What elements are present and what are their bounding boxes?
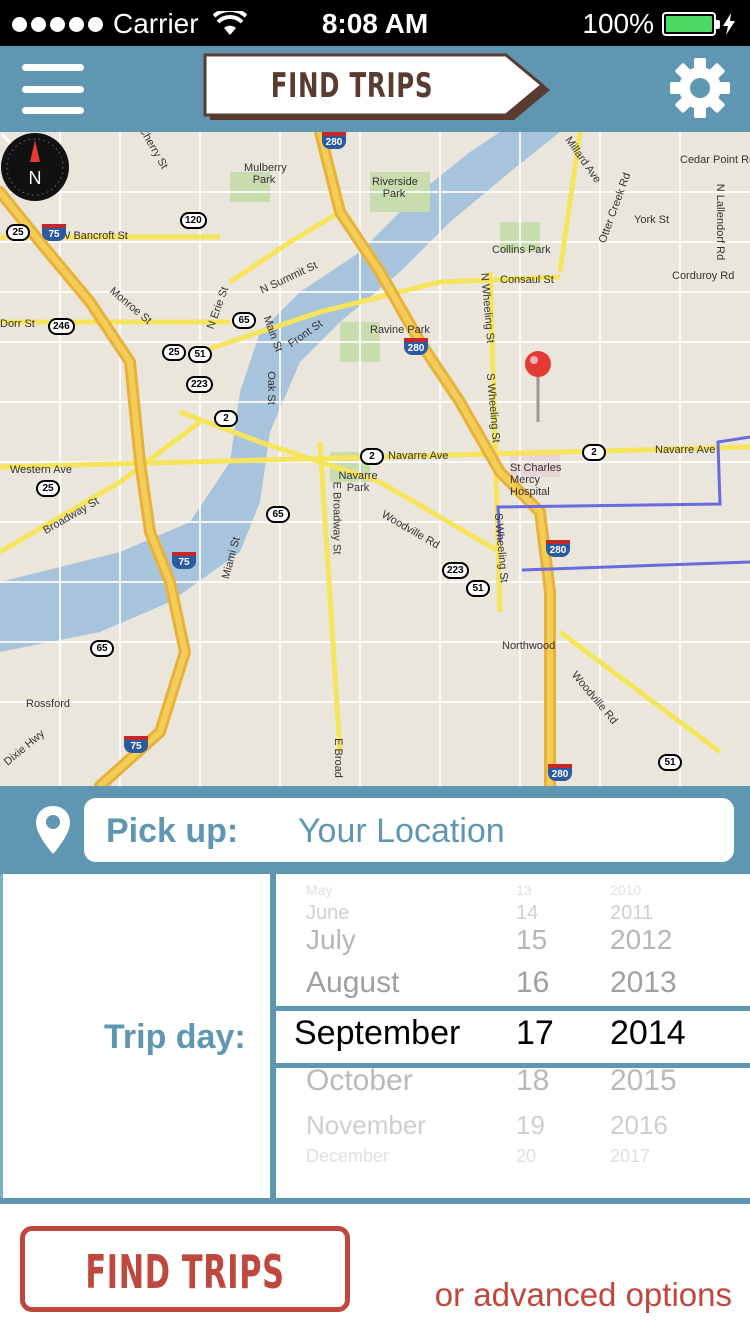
picker-month: August bbox=[306, 966, 400, 999]
picker-day: 17 bbox=[516, 1014, 554, 1052]
interstate-shield: 75 bbox=[172, 552, 196, 569]
route-shield: 65 bbox=[90, 640, 114, 657]
map-label: W Bancroft St bbox=[60, 230, 128, 242]
interstate-shield: 280 bbox=[546, 540, 570, 557]
map-label: Northwood bbox=[502, 640, 556, 652]
route-shield: 51 bbox=[658, 754, 682, 771]
interstate-shield: 280 bbox=[548, 764, 572, 781]
advanced-options-link[interactable]: or advanced options bbox=[435, 1276, 732, 1314]
title-banner: FIND TRIPS bbox=[202, 52, 554, 124]
map-label: Collins Park bbox=[492, 244, 551, 256]
map-label: Navarre Ave bbox=[655, 444, 716, 456]
picker-month: July bbox=[306, 924, 356, 955]
map-label: St Charles Mercy Hospital bbox=[510, 462, 562, 498]
picker-day: 14 bbox=[516, 902, 539, 924]
picker-month: October bbox=[306, 1064, 413, 1097]
status-right: 100% bbox=[582, 8, 736, 40]
pickup-bar: Pick up: Your Location bbox=[0, 786, 750, 874]
trip-day-section: Trip day: May 13 2010 June 14 2011 July 15 2012 A… bbox=[0, 874, 750, 1204]
route-shield: 25 bbox=[36, 480, 60, 497]
picker-day: 19 bbox=[516, 1110, 545, 1140]
picker-month: November bbox=[306, 1110, 426, 1140]
picker-day: 16 bbox=[516, 966, 550, 999]
picker-month: May bbox=[306, 882, 333, 898]
route-shield: 25 bbox=[162, 344, 186, 361]
picker-row[interactable]: August 16 2013 bbox=[276, 966, 750, 1010]
map-label: Riverside Park bbox=[372, 176, 418, 200]
route-shield: 2 bbox=[360, 448, 384, 465]
picker-day: 20 bbox=[516, 1146, 537, 1166]
route-shield: 51 bbox=[188, 346, 212, 363]
map-label: Mulberry Park bbox=[244, 162, 287, 186]
compass-icon[interactable]: N bbox=[0, 132, 70, 202]
map-label: Cedar Point Rd bbox=[680, 154, 750, 166]
picker-day: 13 bbox=[516, 882, 532, 898]
map-label: Navarre Park bbox=[338, 470, 378, 494]
find-trips-button[interactable]: FIND TRIPS bbox=[20, 1226, 350, 1312]
picker-year: 2012 bbox=[610, 924, 673, 955]
picker-row[interactable]: December 20 2017 bbox=[276, 1146, 750, 1190]
interstate-shield: 280 bbox=[322, 132, 346, 149]
hamburger-menu-icon[interactable] bbox=[22, 62, 84, 116]
map-label: Corduroy Rd bbox=[672, 270, 735, 282]
route-shield: 2 bbox=[214, 410, 238, 427]
pickup-value[interactable]: Your Location bbox=[298, 812, 505, 851]
picker-day: 15 bbox=[516, 924, 548, 955]
picker-year: 2013 bbox=[610, 966, 677, 999]
left-edge-strip bbox=[0, 874, 3, 1198]
picker-year: 2016 bbox=[610, 1110, 668, 1140]
gear-icon[interactable] bbox=[668, 56, 732, 120]
map-label: Navarre Ave bbox=[388, 450, 449, 462]
interstate-shield: 75 bbox=[124, 736, 148, 753]
picker-year: 2015 bbox=[610, 1064, 677, 1097]
map-label: E Broad bbox=[331, 738, 344, 778]
map-label: Dorr St bbox=[0, 318, 35, 330]
picker-month: December bbox=[306, 1146, 390, 1166]
picker-year: 2017 bbox=[610, 1146, 651, 1166]
bottom-actions: FIND TRIPS or advanced options bbox=[0, 1204, 750, 1334]
route-shield: 223 bbox=[186, 376, 213, 393]
route-shield: 65 bbox=[232, 312, 256, 329]
route-shield: 223 bbox=[442, 562, 469, 579]
map-view[interactable]: Cherry St W Bancroft St Mulberry Park Ri… bbox=[0, 132, 750, 786]
picker-row[interactable]: July 15 2012 bbox=[276, 924, 750, 968]
picker-day: 18 bbox=[516, 1064, 550, 1097]
map-label: Western Ave bbox=[10, 464, 72, 476]
battery-icon bbox=[662, 12, 720, 36]
find-trips-button-label: FIND TRIPS bbox=[85, 1245, 285, 1299]
map-label: Consaul St bbox=[500, 274, 554, 286]
picker-year: 2010 bbox=[610, 882, 642, 898]
route-shield: 246 bbox=[48, 318, 75, 335]
route-shield: 2 bbox=[582, 444, 606, 461]
map-label: Ravine Park bbox=[370, 324, 430, 336]
battery-percent: 100% bbox=[582, 8, 654, 39]
map-label: Rossford bbox=[26, 698, 71, 710]
pickup-location-field[interactable]: Pick up: Your Location bbox=[84, 798, 734, 862]
app-header: FIND TRIPS bbox=[0, 46, 750, 132]
picker-year: 2011 bbox=[610, 902, 654, 924]
route-shield: 120 bbox=[180, 212, 207, 229]
picker-month: September bbox=[294, 1014, 461, 1052]
trip-day-label: Trip day: bbox=[104, 1018, 246, 1056]
route-shield: 51 bbox=[466, 580, 490, 597]
charging-bolt-icon bbox=[723, 13, 735, 35]
map-label: E Broadway St bbox=[330, 481, 343, 555]
picker-year: 2014 bbox=[610, 1014, 686, 1052]
date-picker[interactable]: May 13 2010 June 14 2011 July 15 2012 August 16 201… bbox=[276, 874, 750, 1198]
page-title: FIND TRIPS bbox=[270, 66, 434, 106]
route-shield: 65 bbox=[266, 506, 290, 523]
status-bar: Carrier 8:08 AM 100% bbox=[0, 0, 750, 46]
interstate-shield: 280 bbox=[404, 338, 428, 355]
interstate-shield: 75 bbox=[42, 224, 66, 241]
picker-row[interactable]: October 18 2015 bbox=[276, 1064, 750, 1108]
map-label: N Lallendorf Rd bbox=[714, 183, 727, 261]
route-shield: 25 bbox=[6, 224, 30, 241]
picker-row-selected[interactable]: September 17 2014 bbox=[276, 1014, 750, 1058]
map-label: York St bbox=[634, 214, 670, 226]
pickup-label: Pick up: bbox=[106, 812, 239, 850]
picker-month: June bbox=[306, 902, 350, 924]
compass-label: N bbox=[29, 168, 42, 188]
location-pin-icon bbox=[36, 806, 70, 854]
map-label: Oak St bbox=[264, 371, 277, 405]
